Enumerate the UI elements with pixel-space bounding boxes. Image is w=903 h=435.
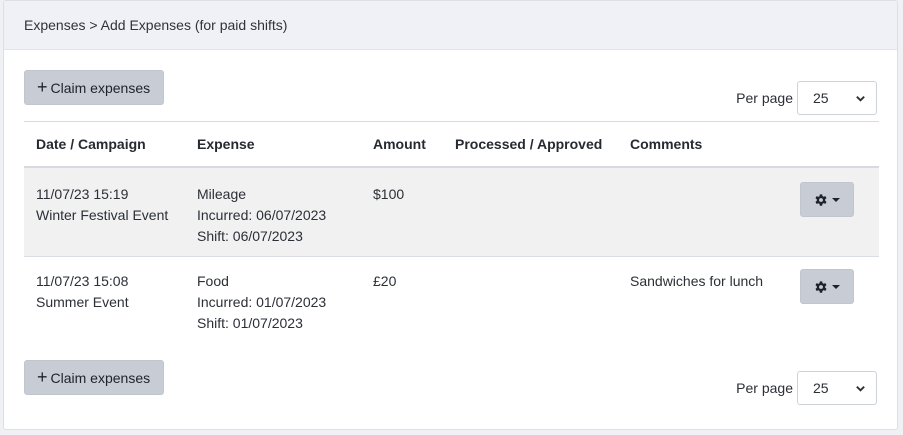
claim-expenses-label: Claim expenses [50,79,151,96]
claim-expenses-button-top[interactable]: + Claim expenses [24,70,165,105]
expenses-card: Expenses > Add Expenses (for paid shifts… [3,0,898,430]
per-page-label: Per page [736,380,793,396]
per-page-control-top: Per page 25 [736,81,877,115]
row-actions-button[interactable] [800,182,854,217]
column-header-amount: Amount [373,136,426,152]
table-row: 11/07/23 15:08 Summer Event Food Incurre… [24,257,879,345]
row-comments: Sandwiches for lunch [630,273,764,289]
row-amount: $100 [373,186,405,202]
row-incurred: Incurred: 06/07/2023 [197,207,327,223]
per-page-control-bottom: Per page 25 [736,371,877,405]
row-datetime: 11/07/23 15:19 [36,186,129,202]
row-actions-button[interactable] [800,269,854,304]
claim-expenses-label: Claim expenses [50,369,151,386]
column-header-expense: Expense [197,136,255,152]
row-amount: £20 [373,273,397,289]
expenses-table: Date / Campaign Expense Amount Processed… [24,121,879,345]
row-datetime: 11/07/23 15:08 [36,273,129,289]
gear-icon [815,193,827,206]
caret-down-icon [832,284,840,289]
row-incurred: Incurred: 01/07/2023 [197,294,327,310]
row-shift: Shift: 01/07/2023 [197,315,303,331]
row-shift: Shift: 06/07/2023 [197,228,303,244]
row-campaign: Winter Festival Event [36,207,169,223]
column-header-date-campaign: Date / Campaign [36,136,146,152]
table-header: Date / Campaign Expense Amount Processed… [24,122,879,168]
per-page-select-bottom[interactable]: 25 [797,371,877,405]
row-expense-type: Food [197,273,229,289]
chevron-down-icon [856,385,865,392]
column-header-processed: Processed / Approved [455,136,603,152]
chevron-down-icon [856,95,865,102]
per-page-value: 25 [813,380,829,396]
row-campaign: Summer Event [36,294,129,310]
caret-down-icon [832,197,840,202]
column-header-comments: Comments [630,136,703,152]
claim-expenses-button-bottom[interactable]: + Claim expenses [24,360,165,395]
top-toolbar: + Claim expenses Per page 25 [24,70,877,115]
per-page-select-top[interactable]: 25 [797,81,877,115]
breadcrumb: Expenses > Add Expenses (for paid shifts… [4,1,897,50]
bottom-toolbar: + Claim expenses Per page 25 [24,360,877,405]
per-page-label: Per page [736,90,793,106]
per-page-value: 25 [813,90,829,106]
row-expense-type: Mileage [197,186,247,202]
gear-icon [815,280,827,293]
table-row: 11/07/23 15:19 Winter Festival Event Mil… [24,168,879,257]
plus-icon: + [37,77,48,97]
plus-icon: + [37,367,48,387]
